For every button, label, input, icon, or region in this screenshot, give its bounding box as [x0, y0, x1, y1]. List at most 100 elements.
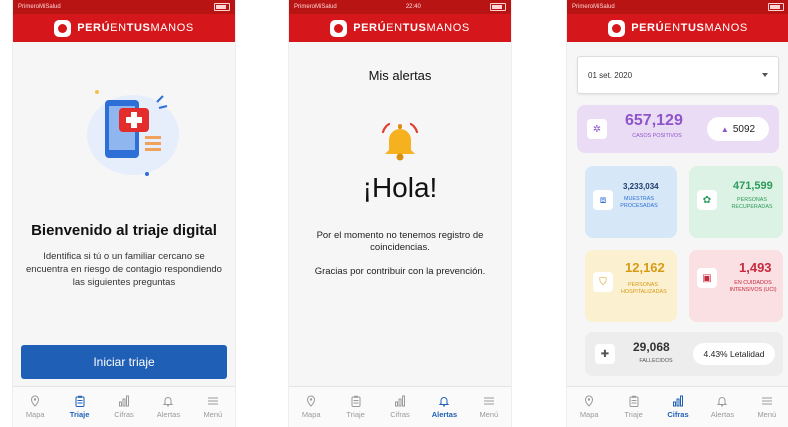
positive-cases-card: ✲ 657,129 CASOS POSITIVOS ▲ 5092 [577, 105, 779, 153]
deaths-label: FALLECIDOS [639, 358, 673, 364]
date-select-value: 01 set. 2020 [588, 70, 633, 80]
bottom-navigation: Mapa Triaje Cifras Alertas Menú [289, 386, 511, 427]
nav-label: Menú [757, 410, 777, 419]
nav-mapa[interactable]: Mapa [567, 387, 611, 427]
cifras-screen: PrimeroMiSalud PERÚENTUSMANOS 01 set. 20… [566, 0, 788, 427]
map-pin-icon [307, 395, 316, 407]
brand-header: PERÚENTUSMANOS [567, 14, 788, 42]
bell-icon [163, 397, 174, 407]
clock-label: 22:40 [405, 4, 421, 10]
deaths-value: 29,068 [633, 340, 670, 354]
nav-label: Alertas [156, 410, 181, 419]
battery-icon [214, 3, 230, 11]
start-triage-button[interactable]: Iniciar triaje [21, 345, 227, 379]
virus-icon: ✲ [587, 119, 607, 139]
cross-icon: ✚ [595, 344, 615, 364]
phone-medical-illustration [87, 90, 179, 176]
bottom-navigation: Mapa Triaje Cifras Alertas Menú [13, 386, 235, 427]
triangle-up-icon: ▲ [720, 124, 729, 134]
positive-cases-label: CASOS POSITIVOS [632, 133, 682, 139]
carrier-label: PrimeroMiSalud [18, 4, 61, 10]
positive-cases-value: 657,129 [625, 112, 683, 129]
bar-chart-icon [395, 395, 406, 407]
page-description: Identifica si tú o un familiar cercano s… [26, 251, 222, 288]
thanks-message: Gracias por contribuir con la prevención… [314, 266, 486, 277]
status-bar: PrimeroMiSalud [567, 0, 788, 14]
clipboard-icon [75, 395, 85, 407]
brand-logo-icon [608, 19, 626, 37]
nav-label: Mapa [579, 410, 599, 419]
triaje-screen: PrimeroMiSalud PERÚENTUSMANOS Bienvenido… [12, 0, 236, 427]
nav-mapa[interactable]: Mapa [13, 387, 57, 427]
hospitalized-card: ⛉ 12,162 PERSONAS HOSPITALIZADAS [585, 250, 677, 322]
nav-alertas[interactable]: Alertas [422, 387, 466, 427]
carrier-label: PrimeroMiSalud [572, 4, 615, 10]
samples-label: MUESTRAS PROCESADAS [620, 196, 658, 209]
nav-cifras[interactable]: Cifras [102, 387, 146, 427]
nav-label: Mapa [25, 410, 45, 419]
brand-logo-icon [54, 19, 72, 37]
nav-cifras[interactable]: Cifras [656, 387, 700, 427]
nav-label: Menú [203, 410, 223, 419]
nav-label: Triaje [346, 410, 365, 419]
samples-card: ⧈ 3,233,034 MUESTRAS PROCESADAS [585, 166, 677, 238]
clipboard-icon [351, 395, 361, 407]
new-cases-badge: ▲ 5092 [707, 117, 769, 141]
hospitalized-value: 12,162 [625, 260, 665, 275]
hamburger-menu-icon [761, 397, 772, 405]
brand-title: PERÚENTUSMANOS [631, 22, 748, 34]
nav-mapa[interactable]: Mapa [289, 387, 333, 427]
bar-chart-icon [119, 395, 130, 407]
nav-label: Cifras [390, 410, 410, 419]
brand-title: PERÚENTUSMANOS [77, 22, 194, 34]
status-bar: PrimeroMiSalud [13, 0, 235, 14]
map-pin-icon [585, 395, 594, 407]
nav-menu[interactable]: Menú [745, 387, 788, 427]
nav-triaje[interactable]: Triaje [333, 387, 377, 427]
brand-header: PERÚENTUSMANOS [289, 14, 511, 42]
bell-icon [439, 397, 450, 407]
deaths-card: ✚ 29,068 FALLECIDOS 4.43% Letalidad [585, 332, 783, 376]
nav-triaje[interactable]: Triaje [57, 387, 101, 427]
nav-menu[interactable]: Menú [467, 387, 511, 427]
recovered-card: ✿ 471,599 PERSONAS RECUPERADAS [689, 166, 783, 238]
icu-value: 1,493 [739, 260, 772, 275]
hospitalized-label: PERSONAS HOSPITALIZADAS [621, 282, 667, 295]
alertas-screen: PrimeroMiSalud 22:40 PERÚENTUSMANOS Mis … [288, 0, 512, 427]
nav-label: Alertas [431, 410, 458, 419]
nav-alertas[interactable]: Alertas [700, 387, 744, 427]
greeting-heading: ¡Hola! [362, 172, 438, 203]
nav-label: Menú [479, 410, 499, 419]
lethality-badge: 4.43% Letalidad [693, 343, 775, 365]
bottom-navigation: Mapa Triaje Cifras Alertas Menú [567, 386, 788, 427]
nav-label: Cifras [667, 410, 689, 419]
status-bar: PrimeroMiSalud 22:40 [289, 0, 511, 14]
hamburger-menu-icon [483, 397, 494, 405]
map-pin-icon [31, 395, 40, 407]
bed-icon: ⛉ [593, 272, 613, 292]
nav-triaje[interactable]: Triaje [611, 387, 655, 427]
bar-chart-icon [673, 395, 684, 407]
bell-icon [717, 397, 728, 407]
nav-alertas[interactable]: Alertas [146, 387, 190, 427]
no-matches-message: Por el momento no tenemos registro de co… [316, 230, 484, 253]
brand-header: PERÚENTUSMANOS [13, 14, 235, 42]
test-tube-icon: ⧈ [593, 190, 613, 210]
nav-menu[interactable]: Menú [191, 387, 235, 427]
bell-icon [381, 122, 419, 161]
date-select[interactable]: 01 set. 2020 [577, 56, 779, 94]
page-title: Mis alertas [368, 68, 432, 83]
carrier-label: PrimeroMiSalud [294, 4, 337, 10]
nav-label: Alertas [710, 410, 735, 419]
nav-label: Mapa [301, 410, 321, 419]
recovery-icon: ✿ [697, 190, 717, 210]
icu-monitor-icon: ▣ [697, 268, 717, 288]
icu-label: EN CUIDADOS INTENSIVOS (UCI) [729, 280, 777, 293]
clipboard-icon [629, 395, 639, 407]
chevron-down-icon [762, 73, 768, 77]
nav-cifras[interactable]: Cifras [378, 387, 422, 427]
page-title: Bienvenido al triaje digital [31, 222, 217, 239]
nav-label: Triaje [624, 410, 643, 419]
brand-logo-icon [330, 19, 348, 37]
icu-card: ▣ 1,493 EN CUIDADOS INTENSIVOS (UCI) [689, 250, 783, 322]
